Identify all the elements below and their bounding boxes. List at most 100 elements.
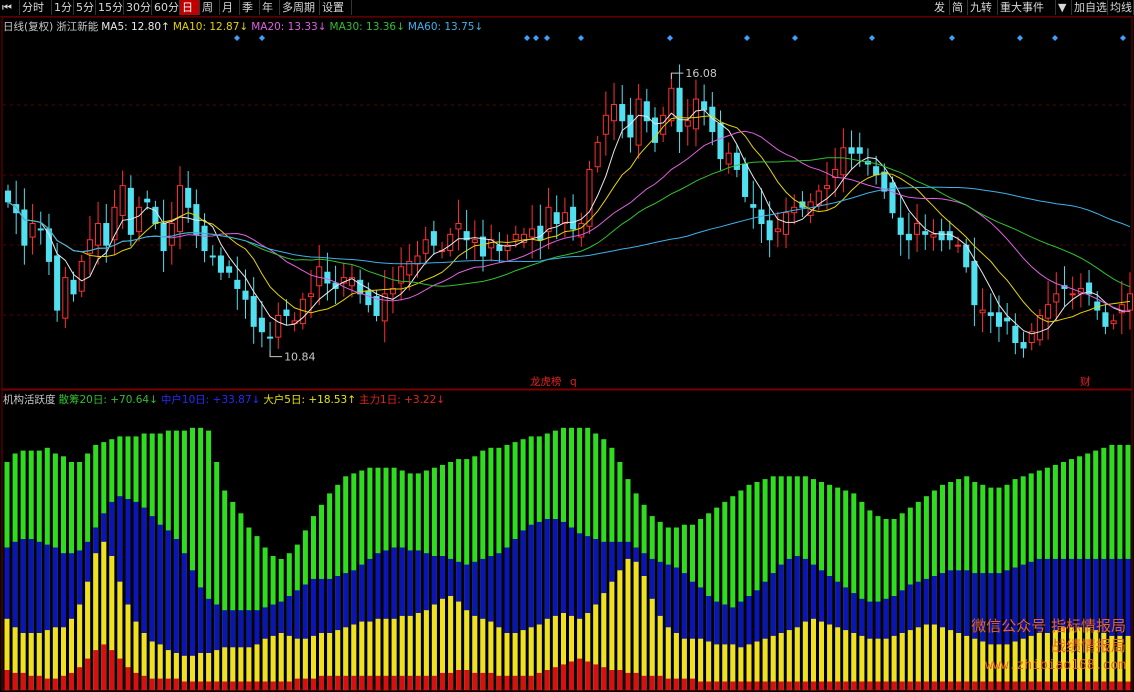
candle-body xyxy=(95,223,102,246)
candle xyxy=(971,237,978,327)
candle-body xyxy=(176,185,184,233)
candle xyxy=(602,91,609,156)
indicator-bar xyxy=(496,675,502,691)
indicator-bar xyxy=(1036,681,1042,690)
indicator-bar xyxy=(383,675,389,691)
indicator-bar xyxy=(1012,681,1018,690)
indicator-frame xyxy=(1,389,1133,691)
event-diamond-4 xyxy=(544,35,550,41)
indicator-bar xyxy=(915,681,921,690)
indicator-bar xyxy=(835,627,841,690)
candle xyxy=(479,219,487,272)
indicator-bar xyxy=(359,675,365,691)
candle xyxy=(1086,270,1093,306)
candle-body xyxy=(938,231,945,241)
watermark-url: www.zhibiao168.com xyxy=(985,658,1126,673)
candle-body xyxy=(954,244,962,247)
candle-body xyxy=(782,212,790,235)
candle-body xyxy=(447,233,454,252)
indicator-bar xyxy=(641,675,647,691)
indicator-bar xyxy=(649,675,655,691)
candle-body xyxy=(4,190,12,203)
indicator-bar xyxy=(940,681,945,690)
candle-body xyxy=(78,260,85,292)
candle xyxy=(95,201,102,265)
candle-body xyxy=(414,255,421,265)
candle-body xyxy=(217,255,224,273)
candle xyxy=(840,128,847,193)
indicator-bar xyxy=(956,681,962,690)
indicator-bar xyxy=(1004,681,1010,690)
indicator-bar xyxy=(1085,681,1091,690)
indicator-bar xyxy=(407,675,413,691)
indicator-bar xyxy=(948,681,954,690)
candle-body xyxy=(119,185,126,216)
event-label-1: q xyxy=(570,376,577,388)
indicator-bar xyxy=(4,670,10,690)
indicator-bar xyxy=(367,675,373,691)
candle xyxy=(979,288,986,333)
candle xyxy=(45,213,52,276)
indicator-bar xyxy=(867,681,873,690)
indicator-bar xyxy=(1028,681,1034,690)
indicator-bar xyxy=(335,675,341,691)
candle xyxy=(504,234,511,261)
candle-body xyxy=(430,231,437,246)
candle-body xyxy=(242,290,249,300)
candle xyxy=(1069,276,1076,310)
candle xyxy=(1012,313,1019,355)
indicator-bar xyxy=(601,667,607,690)
indicator-bar xyxy=(52,678,58,690)
indicator-bar xyxy=(246,681,252,690)
indicator-bar xyxy=(343,675,349,691)
indicator-bar xyxy=(77,667,83,690)
event-diamond-1 xyxy=(259,35,265,41)
indicator-bar xyxy=(633,561,639,691)
event-diamond-6 xyxy=(667,35,673,41)
series-1-bars xyxy=(4,496,1131,691)
indicator-bar xyxy=(811,681,816,690)
candle-body xyxy=(54,255,61,311)
candle xyxy=(406,244,413,291)
indicator-bar xyxy=(222,681,228,690)
candle xyxy=(701,84,708,126)
indicator-bar xyxy=(456,670,462,690)
candle xyxy=(29,204,36,255)
candle-body xyxy=(1053,293,1060,303)
candle xyxy=(611,82,618,141)
indicator-bar xyxy=(44,678,50,690)
candle xyxy=(275,302,282,349)
candle-body xyxy=(479,236,487,257)
indicator-bar xyxy=(1125,681,1131,690)
candle-body xyxy=(971,260,978,306)
indicator-bar xyxy=(278,633,284,690)
indicator-bar xyxy=(972,681,978,690)
candle-body xyxy=(21,209,28,246)
indicator-bar xyxy=(198,681,204,690)
candle xyxy=(594,135,601,173)
event-label-2: 财 xyxy=(1080,375,1091,388)
indicator-bar xyxy=(577,658,583,690)
indicator-bar xyxy=(125,667,131,690)
indicator-bar xyxy=(472,672,478,690)
indicator-bar xyxy=(883,681,889,690)
watermark-line1: 微信公众号 xyxy=(971,617,1047,635)
indicator-bar xyxy=(36,675,42,691)
indicator-bar xyxy=(286,681,292,690)
candle-body xyxy=(1012,325,1019,344)
candle xyxy=(823,161,831,210)
indicator-bar xyxy=(802,681,808,690)
indicator-bar xyxy=(375,675,381,691)
candle xyxy=(250,277,257,344)
indicator-bar xyxy=(617,670,623,690)
candle xyxy=(938,218,945,252)
indicator-bar xyxy=(254,681,260,690)
indicator-bar xyxy=(980,681,986,690)
series-3-bars xyxy=(4,644,1131,691)
candle xyxy=(676,64,683,153)
indicator-bar xyxy=(504,675,510,691)
indicator-bar xyxy=(270,681,276,690)
indicator-bar xyxy=(149,678,155,690)
indicator-bar xyxy=(738,681,744,690)
indicator-bar xyxy=(786,630,792,690)
